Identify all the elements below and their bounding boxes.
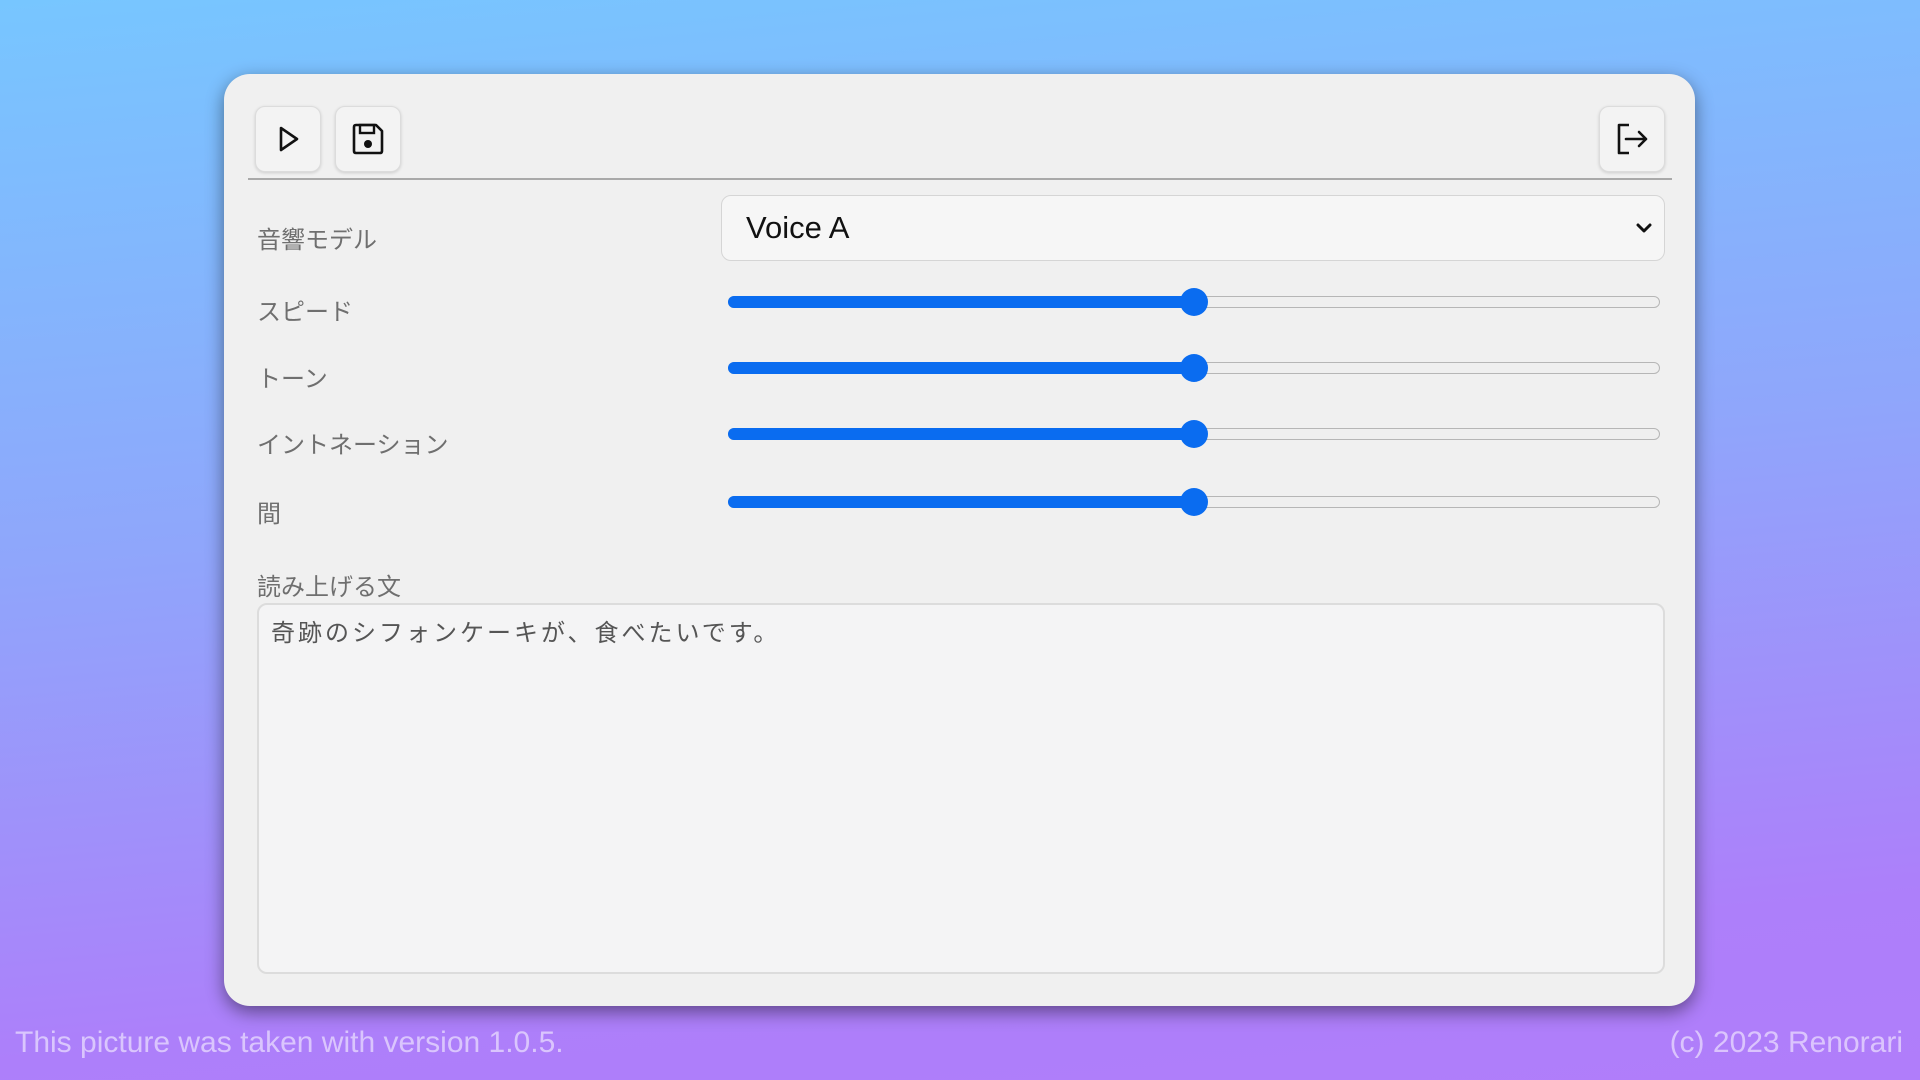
model-select-value: Voice A bbox=[746, 210, 850, 245]
play-icon bbox=[279, 126, 299, 152]
copyright-note: (c) 2023 Renorari bbox=[1669, 1026, 1903, 1059]
intonation-slider[interactable] bbox=[728, 420, 1660, 448]
pause-slider[interactable] bbox=[728, 488, 1660, 516]
play-button[interactable] bbox=[255, 106, 321, 172]
text-input[interactable]: 奇跡のシフォンケーキが、食べたいです。 bbox=[257, 603, 1665, 974]
slider-thumb[interactable] bbox=[1180, 420, 1208, 448]
toolbar-divider bbox=[248, 178, 1672, 180]
tone-slider[interactable] bbox=[728, 354, 1660, 382]
pause-label: 間 bbox=[257, 500, 281, 528]
model-select[interactable]: Voice A bbox=[721, 195, 1665, 261]
speed-slider[interactable] bbox=[728, 288, 1660, 316]
text-label: 読み上げる文 bbox=[257, 573, 401, 601]
floppy-disk-icon bbox=[352, 123, 384, 155]
app-window: 音響モデル Voice A スピード トーン イントネーション 間 読み上げる文… bbox=[224, 74, 1695, 1006]
slider-fill bbox=[728, 428, 1194, 440]
slider-fill bbox=[728, 496, 1194, 508]
slider-fill bbox=[728, 296, 1194, 308]
intonation-label: イントネーション bbox=[257, 431, 449, 459]
slider-fill bbox=[728, 362, 1194, 374]
slider-thumb[interactable] bbox=[1180, 354, 1208, 382]
speed-label: スピード bbox=[257, 298, 353, 326]
version-note: This picture was taken with version 1.0.… bbox=[15, 1026, 564, 1059]
slider-thumb[interactable] bbox=[1180, 288, 1208, 316]
slider-thumb[interactable] bbox=[1180, 488, 1208, 516]
tone-label: トーン bbox=[257, 365, 328, 393]
save-button[interactable] bbox=[335, 106, 401, 172]
model-label: 音響モデル bbox=[257, 226, 377, 254]
logout-icon bbox=[1617, 123, 1648, 155]
chevron-down-icon bbox=[1636, 223, 1652, 233]
exit-button[interactable] bbox=[1599, 106, 1665, 172]
